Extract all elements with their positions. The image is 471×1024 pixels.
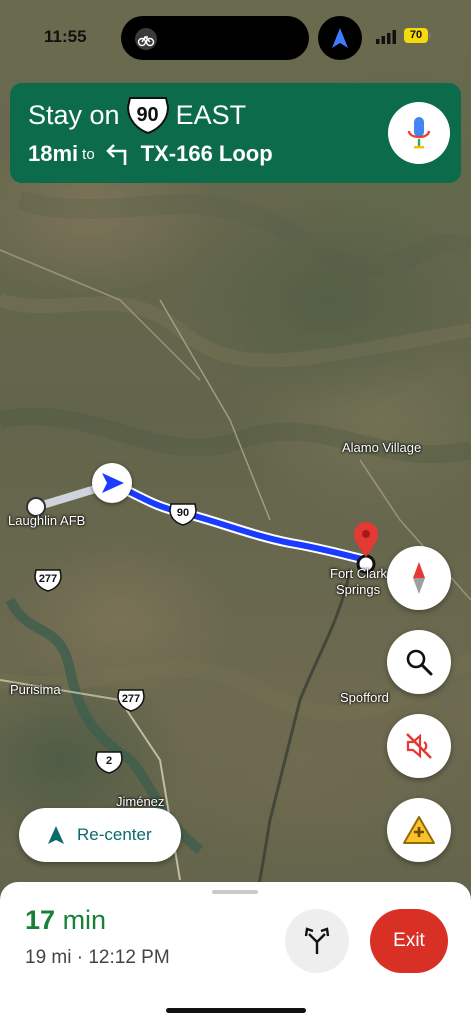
eta-minutes: 17 [25,905,56,935]
mute-button[interactable] [387,714,451,778]
add-report-icon [403,816,435,844]
trip-distance: 19 mi [25,947,72,968]
trip-details: 19 mi · 12:12 PM [25,947,170,969]
search-button[interactable] [387,630,451,694]
instruction-secondary: 18mi to TX-166 Loop [28,141,273,167]
battery-indicator: 70 [404,28,428,43]
eta-duration: 17 min [25,905,106,936]
mx-2-shield: 2 [94,750,124,774]
microphone-icon [407,117,431,149]
us-90-shield-icon: 90 [126,95,170,135]
trip-summary-sheet[interactable]: 17 min 19 mi · 12:12 PM Exit [0,882,471,1024]
sound-muted-icon [406,733,432,759]
re-center-label: Re-center [77,825,152,844]
us-277-shield: 277 [33,568,63,592]
eta-unit: min [62,905,107,935]
bike-icon [135,28,157,50]
navigation-arrow-icon[interactable] [318,16,362,60]
map-label-laughlin: Laughlin AFB [8,513,86,528]
us-90-shield: 90 [168,502,198,526]
alternate-routes-button[interactable] [285,909,349,973]
navigation-arrow-icon [102,473,124,493]
turn-left-arrow-icon [105,144,126,165]
dynamic-island[interactable] [121,16,309,60]
cellular-signal-icon [376,30,398,49]
compass-button[interactable] [387,546,451,610]
report-incident-button[interactable] [387,798,451,862]
sheet-drag-handle[interactable] [212,890,258,894]
instruction-next-road: TX-166 Loop [140,141,273,166]
instruction-to: to [82,145,95,163]
alternate-routes-icon [304,927,330,954]
search-icon [406,649,433,676]
trip-separator: · [76,947,84,968]
map-label-spofford: Spofford [340,690,389,705]
current-location-puck [92,463,132,503]
home-indicator[interactable] [166,1008,306,1013]
arrival-time: 12:12 PM [88,947,170,968]
instruction-primary: Stay on 90 EAST [28,95,246,135]
map-label-fort-clark: Fort Clark [330,566,388,581]
navigation-instruction-banner[interactable]: Stay on 90 EAST 18mi to TX-166 Loop [10,83,461,183]
instruction-distance: 18mi [28,141,79,166]
instruction-direction: EAST [175,99,247,130]
status-time: 11:55 [44,27,87,46]
voice-search-button[interactable] [388,102,450,164]
battery-tip [429,33,431,38]
navigation-arrow-icon [48,826,64,844]
us-277-shield-south: 277 [116,688,146,712]
instruction-action: Stay on [28,99,120,130]
map-label-jimenez: Jiménez [116,794,165,809]
exit-navigation-button[interactable]: Exit [370,909,448,973]
map-label-purisima: Purisima [10,682,61,697]
status-bar: 11:55 70 [0,0,471,78]
map-label-springs: Springs [336,582,381,597]
map-label-alamo-village: Alamo Village [342,440,422,455]
compass-icon [413,562,425,594]
re-center-button[interactable]: Re-center [19,808,181,862]
